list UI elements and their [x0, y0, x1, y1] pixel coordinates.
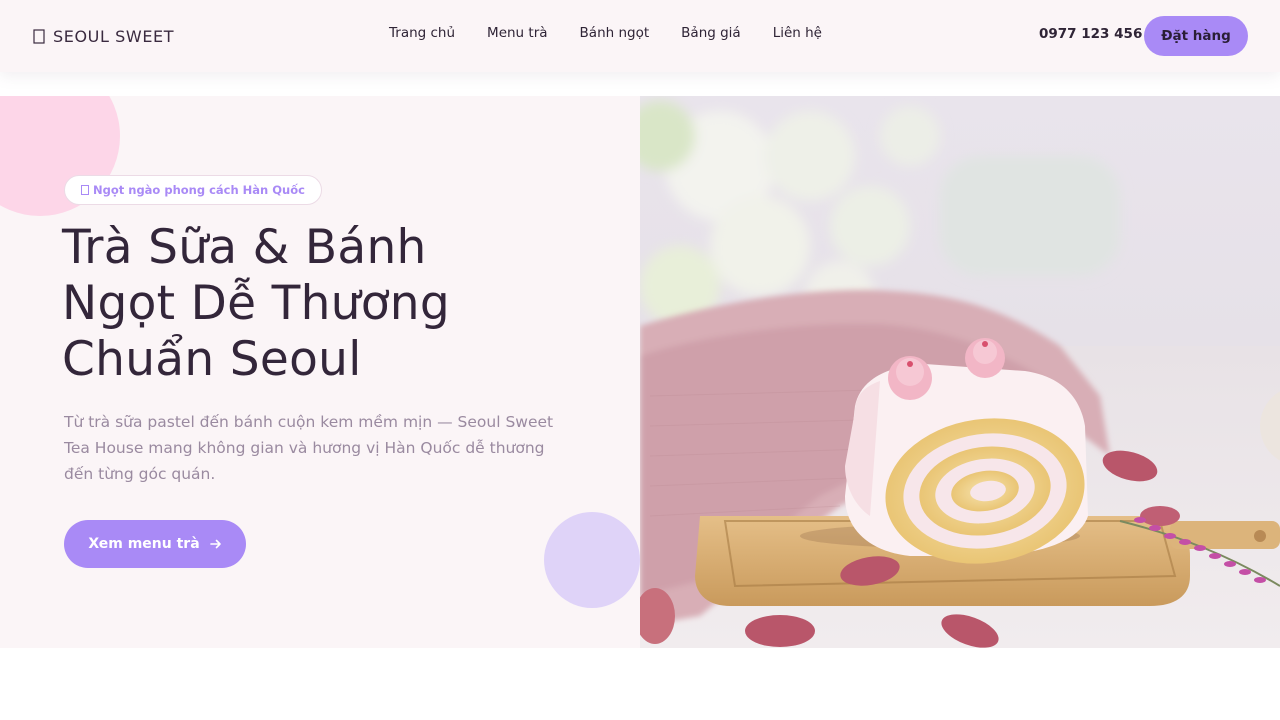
roll-cake-photo — [640, 96, 1280, 648]
hero-title-line: Trà Sữa & Bánh — [62, 220, 427, 275]
brand-logo[interactable]: SEOUL SWEET — [33, 24, 174, 48]
decorative-purple-blob — [544, 512, 640, 608]
hero-description: Từ trà sữa pastel đến bánh cuộn kem mềm … — [64, 413, 554, 483]
view-tea-menu-button[interactable]: Xem menu trà — [64, 520, 246, 568]
leaf-icon — [33, 28, 45, 44]
nav-item-tea-menu[interactable]: Menu trà — [487, 25, 547, 41]
hero-title-line: Chuẩn Seoul — [62, 332, 362, 387]
nav-item-home[interactable]: Trang chủ — [389, 25, 455, 41]
arrow-right-icon — [209, 539, 221, 549]
hero-tagline-badge: Ngọt ngào phong cách Hàn Quốc — [64, 175, 322, 205]
nav-item-contact[interactable]: Liên hệ — [773, 25, 822, 41]
brand-name: SEOUL SWEET — [53, 26, 175, 46]
site-header: SEOUL SWEET Trang chủ Menu trà Bánh ngọt… — [0, 0, 1280, 72]
hero-photo-illustration — [640, 96, 1280, 648]
nav-item-pastries[interactable]: Bánh ngọt — [580, 25, 650, 41]
hero-text-panel: Ngọt ngào phong cách Hàn Quốc Trà Sữa & … — [0, 96, 640, 648]
cta-label: Xem menu trà — [88, 536, 200, 552]
hero-title-line: Ngọt Dễ Thương — [62, 276, 451, 331]
main-nav: Trang chủ Menu trà Bánh ngọt Bảng giá Li… — [389, 25, 822, 41]
hero-tagline-text: Ngọt ngào phong cách Hàn Quốc — [93, 183, 305, 197]
phone-number[interactable]: 0977 123 456 — [1039, 26, 1142, 42]
hero-title: Trà Sữa & Bánh Ngọt Dễ Thương Chuẩn Seou… — [62, 220, 542, 388]
sparkle-icon — [81, 185, 89, 195]
nav-item-price-list[interactable]: Bảng giá — [681, 25, 741, 41]
order-button[interactable]: Đặt hàng — [1144, 16, 1248, 56]
